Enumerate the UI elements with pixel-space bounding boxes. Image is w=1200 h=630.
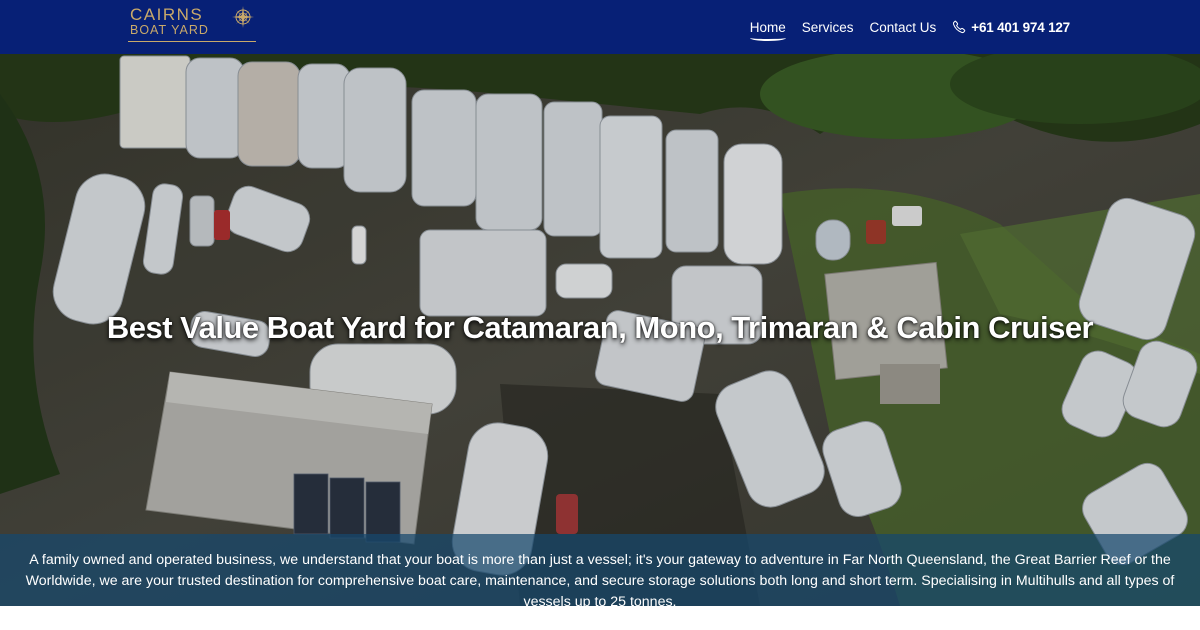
main-nav: Home Services Contact Us +61 401 974 127 [734,0,1070,54]
phone-icon [953,20,966,34]
logo-text-line1: CAIRNS [130,5,204,24]
hero-description: A family owned and operated business, we… [25,552,1175,606]
hero-title: Best Value Boat Yard for Catamaran, Mono… [106,310,1094,345]
nav-contact-us[interactable]: Contact Us [869,20,936,35]
site-header: CAIRNS BOAT YARD Home Services Contact U… [0,0,1200,54]
site-logo[interactable]: CAIRNS BOAT YARD [128,4,258,46]
logo-divider [128,41,256,42]
nav-services[interactable]: Services [802,20,854,35]
logo-text-line2: BOAT YARD [130,23,209,37]
nav-home[interactable]: Home [749,20,786,41]
compass-icon [232,6,254,28]
hero-section: Best Value Boat Yard for Catamaran, Mono… [0,54,1200,606]
nav-phone-link[interactable]: +61 401 974 127 [952,20,1070,35]
phone-number: +61 401 974 127 [971,19,1070,35]
